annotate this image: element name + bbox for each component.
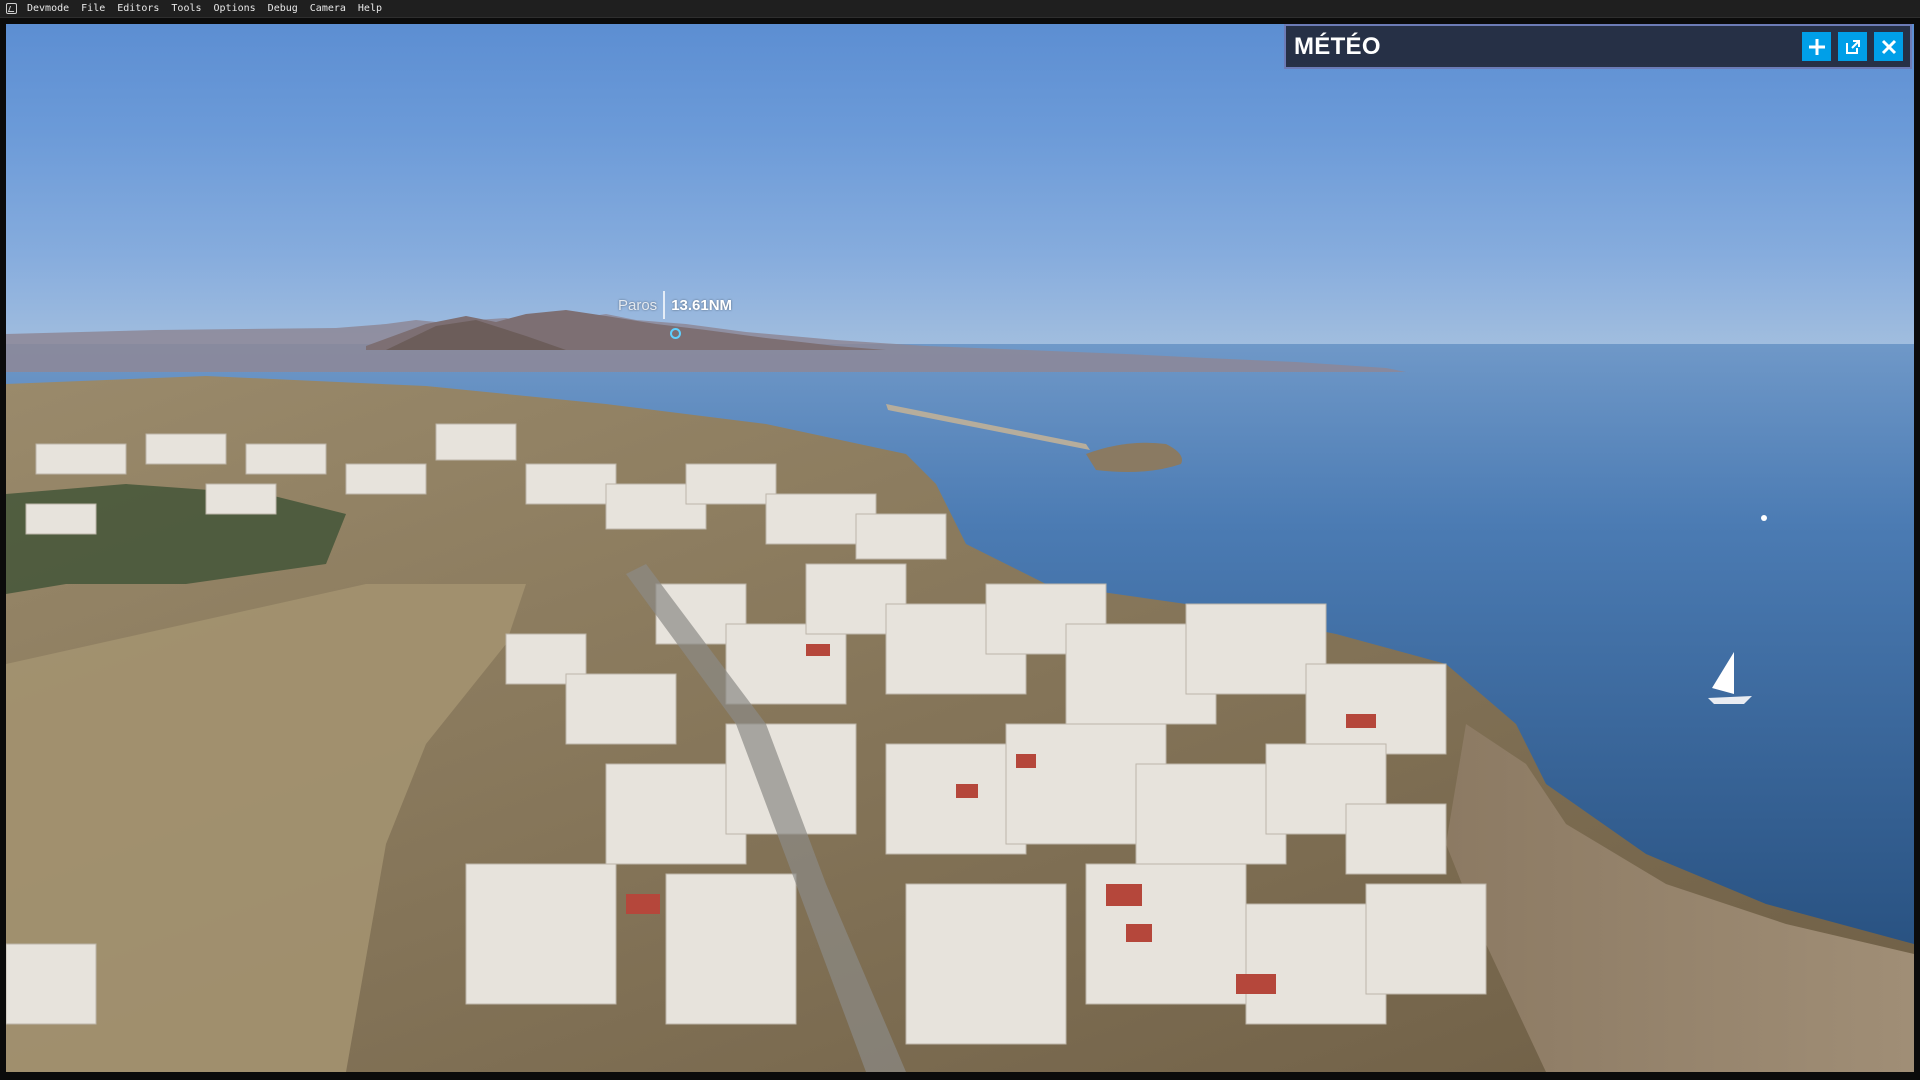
menu-tools[interactable]: Tools xyxy=(167,3,209,14)
waypoint-marker: Paros 13.61NM xyxy=(618,290,732,320)
game-viewport[interactable]: Paros 13.61NM xyxy=(6,24,1914,1072)
popout-button[interactable] xyxy=(1838,32,1867,61)
menu-camera[interactable]: Camera xyxy=(306,3,354,14)
expand-button[interactable] xyxy=(1802,32,1831,61)
close-icon xyxy=(1881,39,1896,54)
menu-debug[interactable]: Debug xyxy=(264,3,306,14)
waypoint-distance: 13.61NM xyxy=(671,296,733,314)
menu-devmode[interactable]: Devmode xyxy=(23,3,77,14)
popout-icon xyxy=(1845,39,1860,54)
waypoint-target-icon xyxy=(670,328,681,339)
menu-editors[interactable]: Editors xyxy=(113,3,167,14)
close-button[interactable] xyxy=(1874,32,1903,61)
scenery xyxy=(6,310,1914,1072)
meteo-panel-title: MÉTÉO xyxy=(1294,32,1381,60)
waypoint-separator xyxy=(663,291,666,319)
dev-menu-bar: Devmode File Editors Tools Options Debug… xyxy=(0,0,1920,18)
waypoint-name: Paros xyxy=(618,296,658,314)
menu-file[interactable]: File xyxy=(77,3,113,14)
meteo-panel: MÉTÉO xyxy=(1284,24,1912,69)
devmode-app-icon xyxy=(6,3,17,14)
menu-help[interactable]: Help xyxy=(354,3,390,14)
distant-boat xyxy=(1761,515,1767,521)
menu-options[interactable]: Options xyxy=(210,3,264,14)
plus-icon xyxy=(1808,38,1825,55)
